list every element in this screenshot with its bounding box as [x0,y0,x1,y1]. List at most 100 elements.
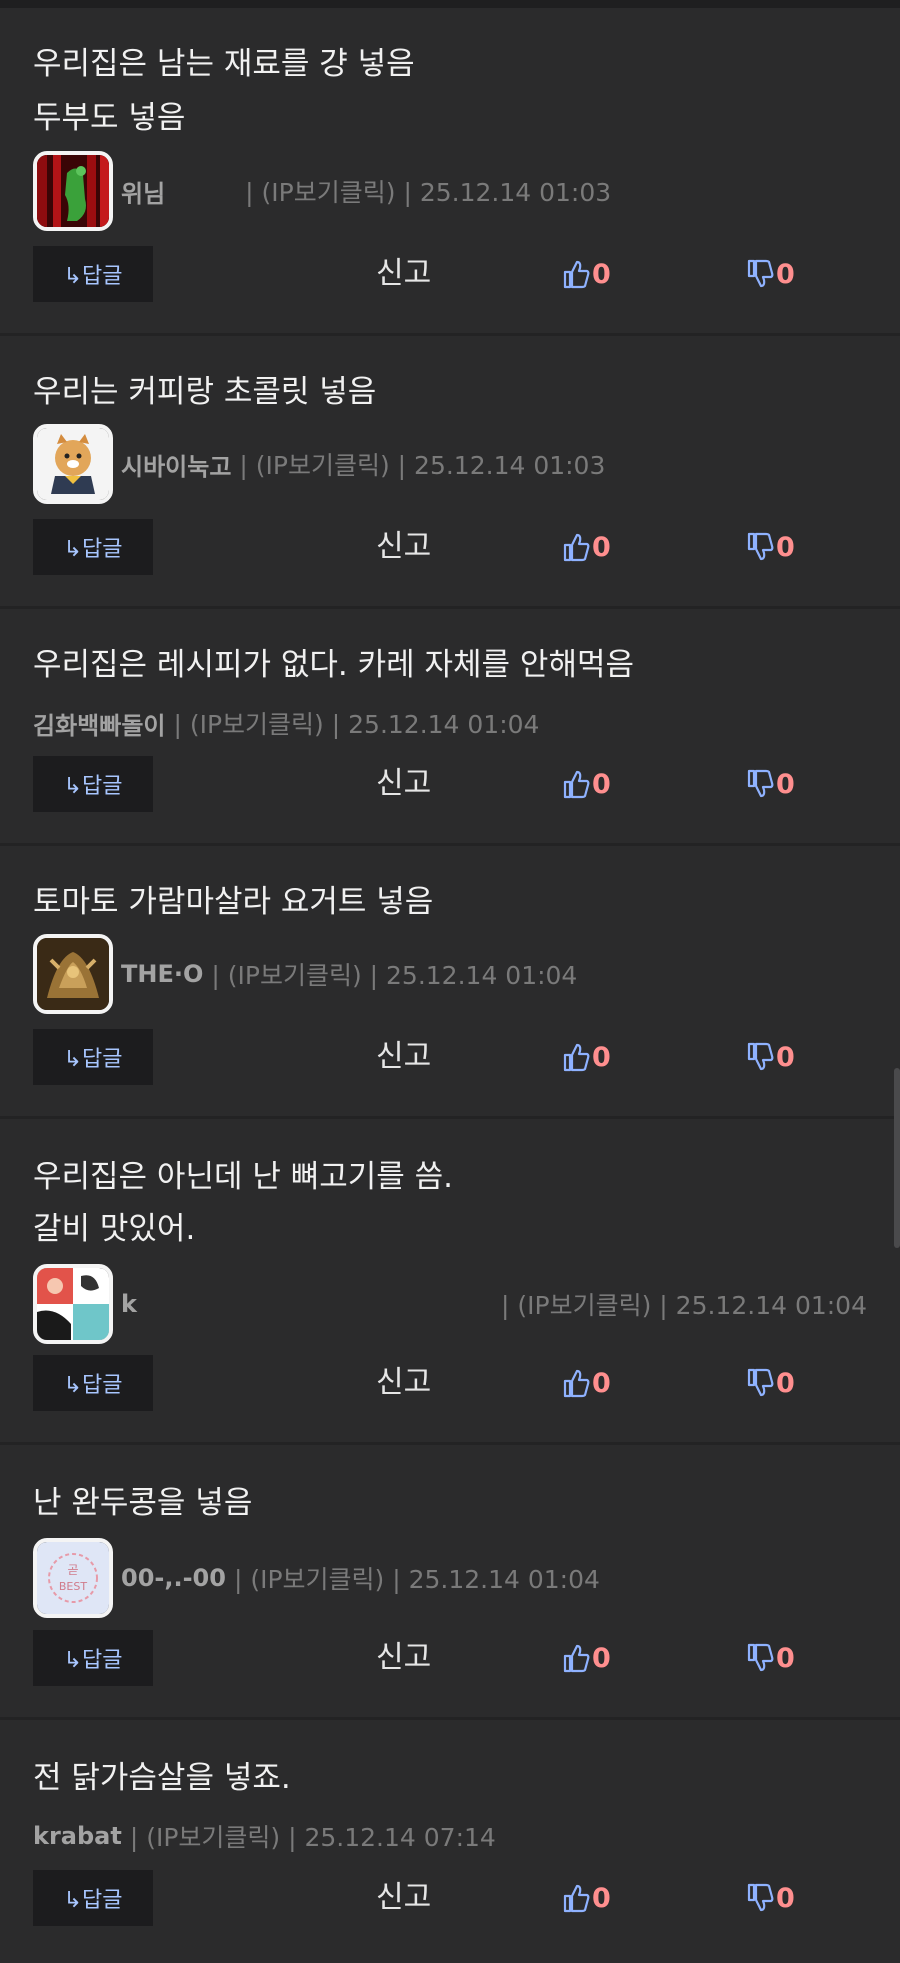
upvote-button[interactable]: 0 [562,519,611,575]
avatar[interactable]: 곧 BEST [33,1538,113,1618]
downvote-button[interactable]: 0 [746,1355,795,1411]
thumbs-down-icon [746,769,774,799]
downvote-count: 0 [776,1367,795,1399]
downvote-count: 0 [776,531,795,563]
thumbs-up-icon [562,532,590,562]
avatar[interactable] [33,934,113,1014]
comment-actions: ↳답글 신고 0 0 [0,1870,900,1926]
avatar[interactable] [33,424,113,504]
downvote-count: 0 [776,1041,795,1073]
report-button[interactable]: 신고 [376,1355,431,1411]
comment-text: 우리집은 레시피가 없다. 카레 자체를 안해먹음 [33,647,635,683]
avatar-text: 곧 [67,1563,78,1577]
upvote-count: 0 [592,1367,611,1399]
nickname[interactable]: THE·O [121,960,203,988]
comment-meta: 김화백빠돌이 | (IP보기클릭) | 25.12.14 01:04 [33,703,539,743]
comment-item: 우리집은 아닌데 난 뼈고기를 씀. 갈비 맛있어. k | (IP보기클릭) … [0,1119,900,1445]
comment-info: | (IP보기클릭) | 25.12.14 01:04 [173,710,540,739]
avatar-text: BEST [59,1580,87,1593]
comment-actions: ↳답글 신고 0 0 [0,1630,900,1686]
nickname[interactable]: 시바이눅고 [121,447,231,482]
report-button[interactable]: 신고 [376,1029,431,1085]
thumbs-down-icon [746,259,774,289]
report-button[interactable]: 신고 [376,756,431,812]
upvote-button[interactable]: 0 [562,246,611,302]
comment-info: | (IP보기클릭) | 25.12.14 01:03 [239,451,606,480]
comment-text: 갈비 맛있어. [33,1211,196,1247]
comment-item: 우리는 커피랑 초콜릿 넣음 시바이눅고 | (IP보기클릭) | 25.12.… [0,336,900,609]
comment-meta: 위님 | (IP보기클릭) | 25.12.14 01:03 [33,151,612,231]
comment-info: | (IP보기클릭) | 25.12.14 07:14 [129,1823,496,1852]
comment-text: 두부도 넣음 [33,100,186,136]
reply-button[interactable]: ↳답글 [33,1630,153,1686]
thumbs-up-icon [562,259,590,289]
thumbs-down-icon [746,1042,774,1072]
comment-meta: THE·O | (IP보기클릭) | 25.12.14 01:04 [33,934,578,1014]
downvote-button[interactable]: 0 [746,756,795,812]
comment-info: | (IP보기클릭) | 25.12.14 01:04 [233,1565,600,1594]
downvote-button[interactable]: 0 [746,1630,795,1686]
upvote-count: 0 [592,768,611,800]
thumbs-down-icon [746,1368,774,1398]
avatar[interactable] [33,151,113,231]
upvote-count: 0 [592,1041,611,1073]
reply-button[interactable]: ↳답글 [33,246,153,302]
comment-item: 우리집은 남는 재료를 걍 넣음 두부도 넣음 위님 | (IP보기클릭) | … [0,8,900,336]
thumbs-down-icon [746,532,774,562]
comment-meta: krabat | (IP보기클릭) | 25.12.14 07:14 [33,1816,496,1856]
upvote-count: 0 [592,1882,611,1914]
scrollbar-thumb[interactable] [894,1068,900,1248]
thumbs-up-icon [562,1643,590,1673]
upvote-button[interactable]: 0 [562,1029,611,1085]
thumbs-down-icon [746,1883,774,1913]
comment-item: 난 완두콩을 넣음 곧 BEST 00-,.-00 | (IP보기클릭) | 2… [0,1445,900,1720]
top-bar [0,0,900,8]
comment-text: 전 닭가슴살을 넣죠. [33,1760,291,1796]
reply-button[interactable]: ↳답글 [33,519,153,575]
upvote-count: 0 [592,1642,611,1674]
comment-info: | (IP보기클릭) | 25.12.14 01:03 [245,178,612,207]
comment-text: 우리집은 남는 재료를 걍 넣음 [33,46,415,82]
comment-text: 난 완두콩을 넣음 [33,1485,253,1521]
report-button[interactable]: 신고 [376,1630,431,1686]
comment-text: 우리집은 아닌데 난 뼈고기를 씀. [33,1159,454,1195]
reply-button[interactable]: ↳답글 [33,1870,153,1926]
report-button[interactable]: 신고 [376,1870,431,1926]
upvote-count: 0 [592,531,611,563]
downvote-button[interactable]: 0 [746,246,795,302]
avatar[interactable] [33,1264,113,1344]
downvote-count: 0 [776,258,795,290]
report-button[interactable]: 신고 [376,519,431,575]
thumbs-up-icon [562,1368,590,1398]
thumbs-up-icon [562,1883,590,1913]
comment-text: 토마토 가람마살라 요거트 넣음 [33,884,434,920]
upvote-button[interactable]: 0 [562,1870,611,1926]
thumbs-up-icon [562,1042,590,1072]
downvote-button[interactable]: 0 [746,1870,795,1926]
comment-actions: ↳답글 신고 0 0 [0,519,900,575]
comment-meta: 시바이눅고 | (IP보기클릭) | 25.12.14 01:03 [33,424,606,504]
upvote-button[interactable]: 0 [562,756,611,812]
comment-info: | (IP보기클릭) | 25.12.14 01:04 [211,961,578,990]
nickname[interactable]: 위님 [121,174,165,209]
comment-item: 우리집은 레시피가 없다. 카레 자체를 안해먹음 김화백빠돌이 | (IP보기… [0,609,900,846]
comment-actions: ↳답글 신고 0 0 [0,1355,900,1411]
reply-button[interactable]: ↳답글 [33,1355,153,1411]
nickname[interactable]: 김화백빠돌이 [33,706,165,741]
upvote-button[interactable]: 0 [562,1630,611,1686]
report-button[interactable]: 신고 [376,246,431,302]
upvote-count: 0 [592,258,611,290]
nickname[interactable]: 00-,.-00 [121,1564,226,1592]
nickname[interactable]: krabat [33,1822,122,1850]
reply-button[interactable]: ↳답글 [33,1029,153,1085]
comment-meta: 곧 BEST 00-,.-00 | (IP보기클릭) | 25.12.14 01… [33,1538,600,1618]
thumbs-up-icon [562,769,590,799]
reply-button[interactable]: ↳답글 [33,756,153,812]
downvote-button[interactable]: 0 [746,519,795,575]
downvote-count: 0 [776,768,795,800]
comment-meta: k | (IP보기클릭) | 25.12.14 01:04 [33,1264,867,1344]
nickname[interactable]: k [121,1290,137,1318]
upvote-button[interactable]: 0 [562,1355,611,1411]
downvote-count: 0 [776,1882,795,1914]
downvote-button[interactable]: 0 [746,1029,795,1085]
